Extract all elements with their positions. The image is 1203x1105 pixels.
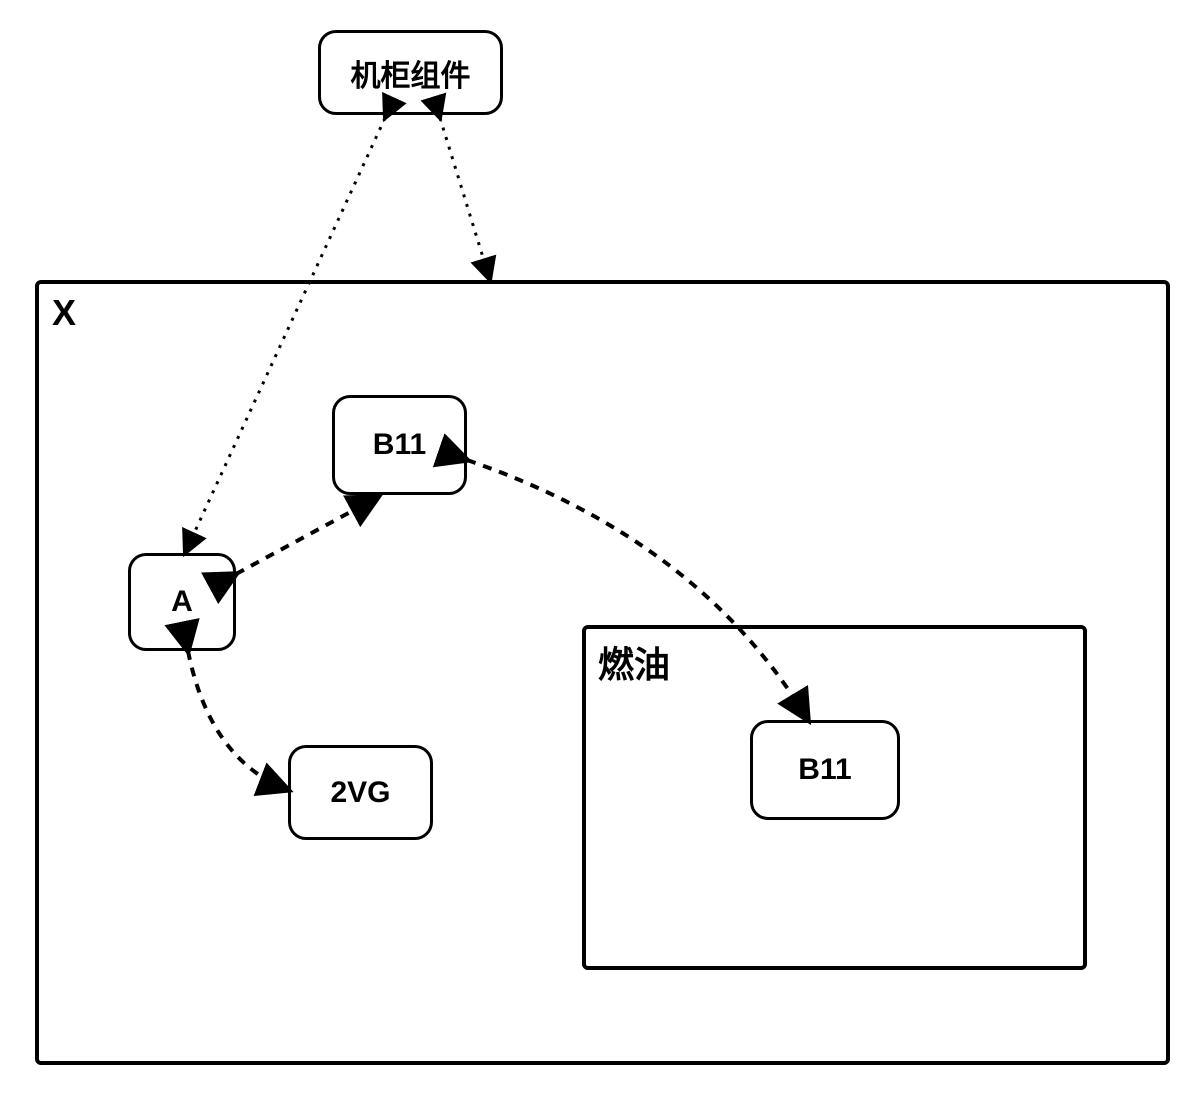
- node-a-label: A: [171, 585, 193, 619]
- node-cabinet: 机柜组件: [318, 30, 503, 115]
- node-b11-inner: B11: [750, 720, 900, 820]
- node-b11-inner-label: B11: [798, 753, 851, 787]
- node-a: A: [128, 553, 236, 651]
- node-2vg: 2VG: [288, 745, 433, 840]
- node-cabinet-label: 机柜组件: [351, 51, 471, 95]
- node-b11-top: B11: [332, 395, 467, 495]
- edge-cabinet-x: [440, 118, 490, 280]
- node-2vg-label: 2VG: [330, 776, 390, 810]
- container-fuel-label: 燃油: [598, 636, 670, 688]
- container-x-label: X: [52, 292, 76, 334]
- diagram-canvas: X 机柜组件 B11 A 2VG 燃油 B11: [0, 0, 1203, 1105]
- node-b11-top-label: B11: [373, 428, 426, 462]
